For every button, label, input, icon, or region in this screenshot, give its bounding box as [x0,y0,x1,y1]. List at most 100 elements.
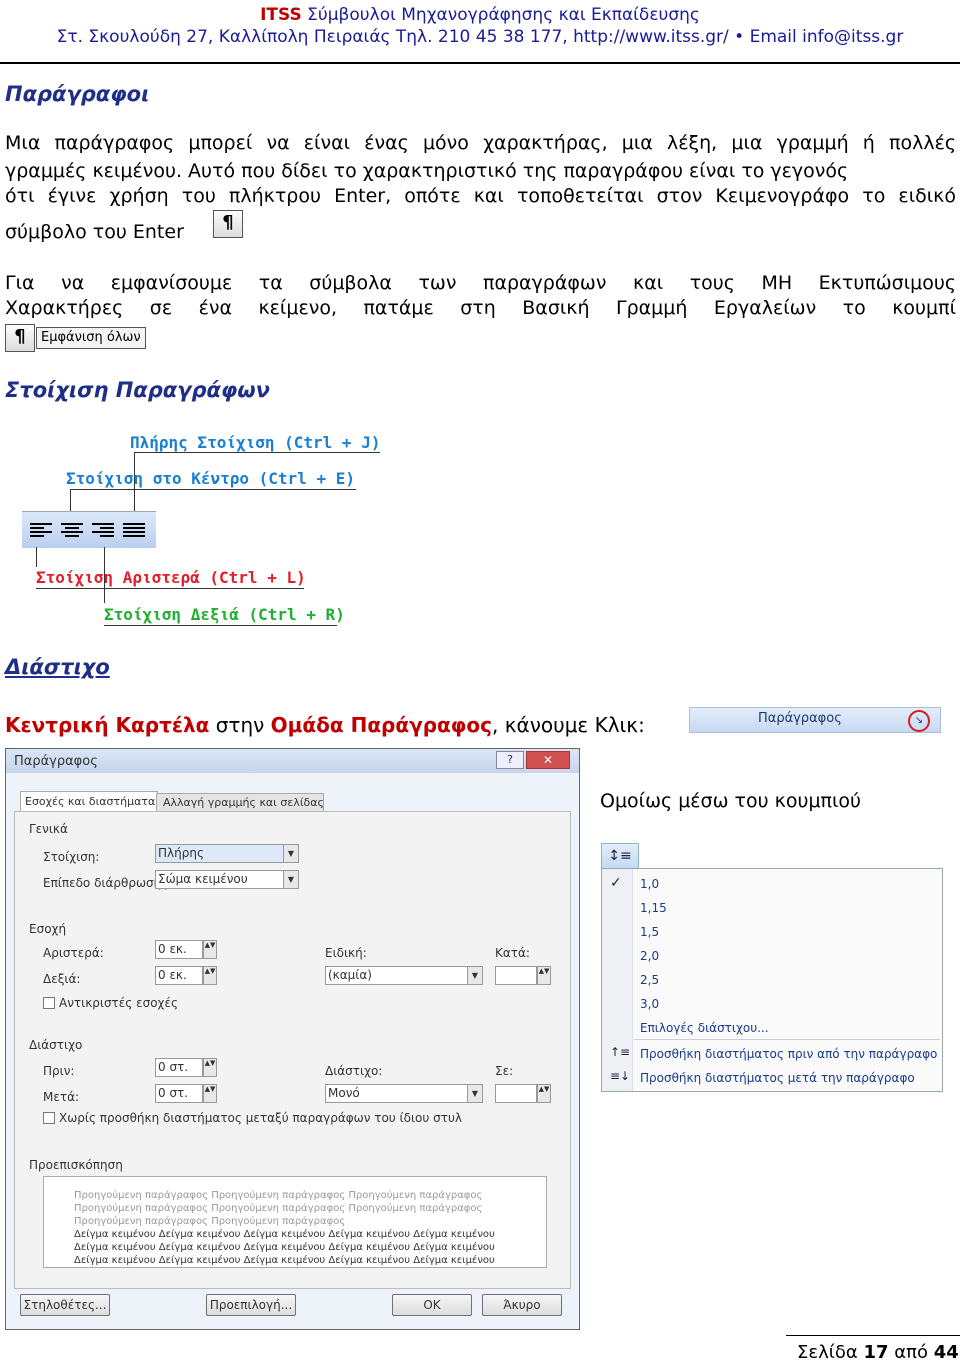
menu-item-add-before[interactable]: Προσθήκη διαστήματος πριν από την παράγρ… [640,1047,937,1061]
spinner-icon[interactable]: ▲▼ [203,940,217,959]
page-number: Σελίδα 17 από 44 [797,1342,959,1363]
pilcrow-icon: ¶ [213,210,243,238]
menu-item-options[interactable]: Επιλογές διάστιχου... [640,1021,769,1035]
p1-line3: ότι έγινε χρήση του πλήκτρου Enter, οπότ… [5,185,956,207]
header-address: Στ. Σκουλούδη 27, Καλλίπολη Πειραιάς Τηλ… [56,27,904,47]
special-value: (καμία) [328,968,372,982]
dialog-launcher-icon[interactable]: ↘ [908,710,930,732]
group-spacing: Διάστιχο [29,1038,83,1052]
show-all-button[interactable]: Εμφάνιση όλων [36,327,146,349]
group-indent: Εσοχή [29,922,67,936]
label-justify: Πλήρης Στοίχιση (Ctrl + J) [130,433,381,452]
line-spacing-select[interactable]: Μονό ▼ [325,1084,483,1103]
mirror-checkbox[interactable] [43,997,55,1009]
preview-previous-line: Προηγούμενη παράγραφος Προηγούμενη παράγ… [74,1190,483,1201]
page-mid: από [888,1342,934,1363]
ok-button[interactable]: OK [392,1294,472,1316]
brand-name: ITSS [260,5,302,25]
p1-line2: γραμμές κειμένου. Αυτό που δίδει το χαρα… [5,160,849,182]
tab-line-page-breaks[interactable]: Αλλαγή γραμμής και σελίδας [156,793,324,813]
spinner-icon[interactable]: ▲▼ [537,1084,551,1103]
left-indent-input[interactable]: 0 εκ. [155,940,203,959]
before-input[interactable]: 0 στ. [155,1058,203,1077]
tabs-button[interactable]: Στηλοθέτες... [20,1294,110,1316]
by-label: Κατά: [495,946,530,960]
no-space-label: Χωρίς προσθήκη διαστήματος μεταξύ παραγρ… [59,1111,462,1125]
at-input[interactable] [495,1084,537,1103]
right-indent-label: Δεξιά: [43,972,81,986]
menu-item-spacing[interactable]: 1,0 [640,877,659,891]
similarly-text: Ομοίως μέσω του κουμπιού [600,790,862,812]
menu-item-spacing[interactable]: 1,5 [640,925,659,939]
menu-item-spacing[interactable]: 1,15 [640,901,667,915]
alignment-label: Στοίχιση: [43,850,100,864]
align-right-icon[interactable] [92,521,114,539]
spinner-icon[interactable]: ▲▼ [203,966,217,985]
preview-sample-line: Δείγμα κειμένου Δείγμα κειμένου Δείγμα κ… [74,1255,495,1266]
by-input[interactable] [495,966,537,985]
at-label: Σε: [495,1064,514,1078]
heading-alignment: Στοίχιση Παραγράφων [5,378,270,402]
menu-item-spacing[interactable]: 2,5 [640,973,659,987]
label-left: Στοίχιση Αριστερά (Ctrl + L) [36,568,306,587]
line-spacing-button-icon[interactable]: ↕≡ [601,843,639,869]
page-current: 17 [863,1342,889,1363]
align-center-icon[interactable] [61,521,83,539]
before-label: Πριν: [43,1064,75,1078]
paragraph-group-text: Ομάδα Παράγραφος [270,713,493,737]
no-space-checkbox[interactable] [43,1112,55,1124]
p2-line1: Για να εμφανίσουμε τα σύμβολα των παραγρ… [5,272,956,294]
preview-box: Προηγούμενη παράγραφος Προηγούμενη παράγ… [43,1176,547,1268]
align-justify-icon[interactable] [123,521,145,539]
line-spacing-menu: ✓ 1,0 1,15 1,5 2,0 2,5 3,0 Επιλογές διάσ… [601,868,943,1092]
dialog-panel: Γενικά Στοίχιση: Πλήρης ▼ Επίπεδο διάρθρω… [14,811,571,1289]
menu-item-spacing[interactable]: 3,0 [640,997,659,1011]
line-spacing-label: Διάστιχο: [325,1064,383,1078]
page-total: 44 [933,1342,959,1363]
heading-paragraphs: Παράγραφοι [5,82,150,106]
home-tab-text: Κεντρική Καρτέλα [5,713,210,737]
spinner-icon[interactable]: ▲▼ [203,1084,217,1103]
spinner-icon[interactable]: ▲▼ [203,1058,217,1077]
dropdown-arrow-icon: ▼ [283,871,298,888]
cancel-button[interactable]: Άκυρο [482,1294,562,1316]
connector-right [104,547,105,603]
help-icon[interactable]: ? [496,751,524,769]
connector-justify [134,452,135,514]
alignment-toolbar [22,511,156,548]
preview-previous-line: Προηγούμενη παράγραφος Προηγούμενη παράγ… [74,1203,483,1214]
connector-justify-underline [134,452,380,453]
default-button[interactable]: Προεπιλογή... [206,1294,296,1316]
close-icon[interactable]: ✕ [526,751,570,769]
page-prefix: Σελίδα [797,1342,864,1363]
left-indent-label: Αριστερά: [43,946,104,960]
connector-center-underline [70,489,356,490]
paragraph-dialog: Παράγραφος ? ✕ Εσοχές και διαστήματα Αλλ… [5,748,580,1330]
instruction-join: στην [209,713,271,737]
outline-value: Σώμα κειμένου [158,872,248,886]
spinner-icon[interactable]: ▲▼ [537,966,551,985]
group-preview: Προεπισκόπηση [29,1158,123,1172]
show-all-pilcrow-icon[interactable]: ¶ [5,324,35,352]
after-input[interactable]: 0 στ. [155,1084,203,1103]
connector-right-underline [104,625,337,626]
outline-select[interactable]: Σώμα κειμένου ▼ [155,870,299,889]
header-company: ITSS Σύμβουλοι Μηχανογράφησης και Εκπαίδ… [0,5,960,25]
menu-item-spacing[interactable]: 2,0 [640,949,659,963]
alignment-select[interactable]: Πλήρης ▼ [155,844,299,863]
right-indent-input[interactable]: 0 εκ. [155,966,203,985]
preview-sample-line: Δείγμα κειμένου Δείγμα κειμένου Δείγμα κ… [74,1242,495,1253]
align-left-icon[interactable] [30,521,52,539]
menu-item-add-after[interactable]: Προσθήκη διαστήματος μετά την παράγραφο [640,1071,915,1085]
dialog-titlebar: Παράγραφος ? ✕ [6,749,579,773]
home-tab-instruction: Κεντρική Καρτέλα στην Ομάδα Παράγραφος, … [5,713,645,737]
ribbon-group-label: Παράγραφος [758,711,842,726]
line-spacing-value: Μονό [328,1086,360,1100]
p1-line1: Μια παράγραφος μπορεί να είναι ένας μόνο… [5,132,956,154]
ribbon-paragraph-group: Παράγραφος ↘ [689,707,941,733]
space-before-icon: ↑≡ [610,1045,631,1059]
tab-indents-spacing[interactable]: Εσοχές και διαστήματα [20,791,158,812]
special-select[interactable]: (καμία) ▼ [325,966,483,985]
dropdown-arrow-icon: ▼ [283,845,298,862]
menu-separator [634,1039,940,1040]
